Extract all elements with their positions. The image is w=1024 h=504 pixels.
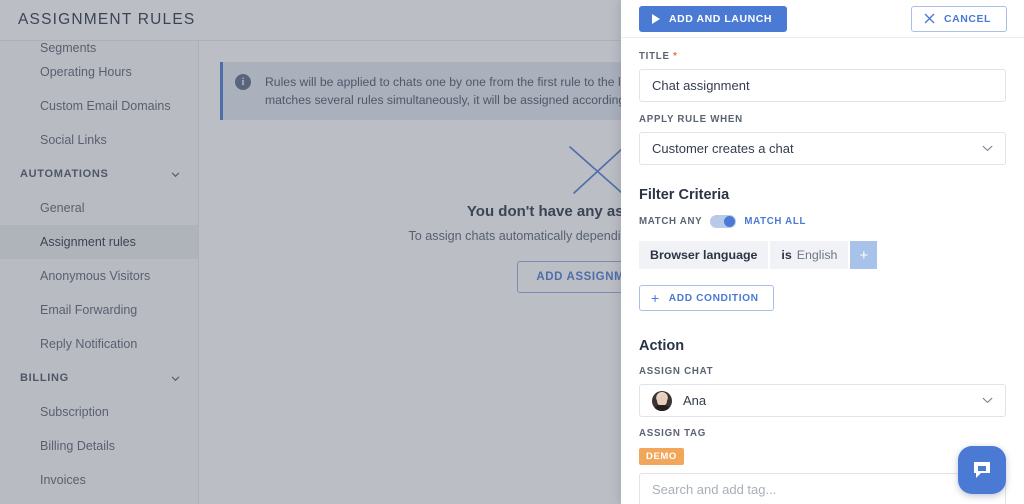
required-asterisk: * <box>673 51 678 62</box>
title-input[interactable]: Chat assignment <box>639 69 1006 102</box>
condition-row: Browser language is English + <box>639 241 1006 269</box>
apply-rule-when-label: APPLY RULE WHEN <box>639 114 743 125</box>
toggle-knob <box>724 216 736 227</box>
apply-rule-when-select[interactable]: Customer creates a chat <box>639 132 1006 165</box>
chevron-down-icon <box>982 143 993 155</box>
assign-chat-label: ASSIGN CHAT <box>639 366 714 377</box>
condition-value: English <box>796 248 838 262</box>
panel-body: TITLE * Chat assignment APPLY RULE WHEN … <box>621 38 1024 504</box>
assign-tag-label: ASSIGN TAG <box>639 428 707 439</box>
chat-launcher-button[interactable] <box>958 446 1006 494</box>
match-mode-row: MATCH ANY MATCH ALL <box>639 215 1006 228</box>
add-condition-label: ADD CONDITION <box>668 292 759 304</box>
assign-chat-select[interactable]: Ana <box>639 384 1006 417</box>
screen: ASSIGNMENT RULES Segments Operating Hour… <box>0 0 1024 504</box>
tag-search-input[interactable]: Search and add tag... <box>639 473 1006 504</box>
assign-chat-value: Ana <box>683 393 707 408</box>
chat-bubble-icon <box>974 462 990 478</box>
condition-operator-value-chip[interactable]: is English <box>770 241 849 269</box>
panel-header: ADD AND LAUNCH CANCEL <box>621 0 1024 38</box>
title-input-value: Chat assignment <box>652 78 750 93</box>
add-and-launch-button[interactable]: ADD AND LAUNCH <box>639 5 787 32</box>
match-all-label: MATCH ALL <box>744 216 807 227</box>
title-label-text: TITLE <box>639 51 670 62</box>
rule-editor-panel: ADD AND LAUNCH CANCEL TITLE * Chat assig… <box>621 0 1024 504</box>
match-any-label: MATCH ANY <box>639 216 703 227</box>
status-badge[interactable]: DEMO <box>639 448 684 465</box>
chevron-down-icon <box>982 395 993 407</box>
title-field-label: TITLE * <box>639 51 1006 62</box>
tag-search-placeholder: Search and add tag... <box>652 482 777 497</box>
cancel-label: CANCEL <box>943 12 991 25</box>
add-condition-button[interactable]: + ADD CONDITION <box>639 285 774 311</box>
apply-rule-when-value: Customer creates a chat <box>652 141 794 156</box>
avatar <box>652 390 672 411</box>
plus-icon: + <box>651 290 660 306</box>
condition-operator: is <box>781 248 792 262</box>
condition-attribute-chip[interactable]: Browser language <box>639 241 769 269</box>
action-heading: Action <box>639 338 685 354</box>
add-condition-value-button[interactable]: + <box>850 241 878 269</box>
filter-criteria-heading: Filter Criteria <box>639 187 730 203</box>
close-icon <box>924 13 935 24</box>
add-and-launch-label: ADD AND LAUNCH <box>669 12 772 25</box>
play-icon <box>652 13 660 24</box>
match-mode-toggle[interactable] <box>710 215 737 228</box>
cancel-button[interactable]: CANCEL <box>910 5 1007 32</box>
